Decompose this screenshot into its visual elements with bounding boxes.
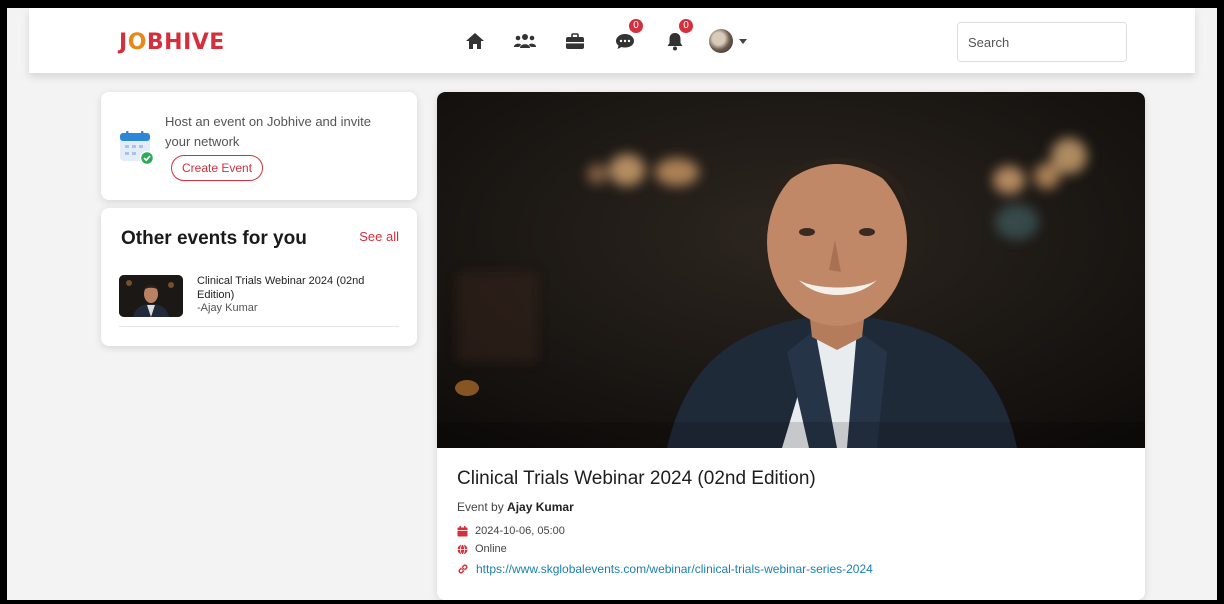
messages-badge: 0: [629, 19, 643, 33]
event-item-author: -Ajay Kumar: [197, 302, 258, 314]
messages-icon[interactable]: 0: [609, 19, 643, 57]
list-item[interactable]: Clinical Trials Webinar 2024 (02nd Editi…: [119, 272, 399, 327]
event-cover-image: [437, 92, 1145, 448]
search-input[interactable]: [958, 23, 1126, 61]
event-detail-card: Clinical Trials Webinar 2024 (02nd Editi…: [437, 92, 1145, 600]
link-icon: [458, 564, 468, 574]
notifications-badge: 0: [679, 19, 693, 33]
home-icon[interactable]: [459, 25, 491, 57]
nav-icons: 0 0: [459, 19, 747, 58]
event-organizer: Event by Ajay Kumar: [457, 500, 574, 514]
calendar-icon: [457, 525, 468, 536]
calendar-check-icon: [119, 130, 155, 171]
network-icon[interactable]: [509, 25, 541, 57]
jobs-icon[interactable]: [559, 25, 591, 57]
top-navbar: JOBHIVE 0 0: [29, 8, 1195, 73]
notifications-icon[interactable]: 0: [659, 19, 693, 57]
chevron-down-icon[interactable]: [739, 38, 747, 44]
globe-icon: [457, 543, 468, 555]
event-date: 2024-10-06, 05:00: [457, 525, 565, 537]
event-datetime: 2024-10-06, 05:00: [475, 525, 565, 537]
event-title: Clinical Trials Webinar 2024 (02nd Editi…: [457, 468, 816, 489]
event-thumbnail: [119, 275, 183, 317]
see-all-link[interactable]: See all: [359, 229, 399, 244]
event-item-title: Clinical Trials Webinar 2024 (02nd Editi…: [197, 275, 365, 301]
app-frame: JOBHIVE 0 0 Search Host an event on Jobh…: [7, 8, 1217, 600]
profile-menu[interactable]: [709, 29, 747, 53]
jobhive-logo[interactable]: JOBHIVE: [119, 30, 225, 55]
search-box: [957, 22, 1127, 62]
other-events-heading: Other events for you: [121, 228, 307, 249]
host-event-text: Host an event on Jobhive and invite your…: [165, 114, 371, 149]
event-link-row: https://www.skglobalevents.com/webinar/c…: [457, 562, 873, 576]
host-event-card: Host an event on Jobhive and invite your…: [101, 92, 417, 200]
event-url-link[interactable]: https://www.skglobalevents.com/webinar/c…: [476, 562, 873, 576]
event-mode: Online: [457, 543, 507, 555]
avatar[interactable]: [709, 29, 733, 53]
other-events-card: Other events for you See all Clinical Tr…: [101, 208, 417, 346]
event-mode-label: Online: [475, 543, 507, 555]
create-event-button[interactable]: Create Event: [171, 155, 264, 181]
